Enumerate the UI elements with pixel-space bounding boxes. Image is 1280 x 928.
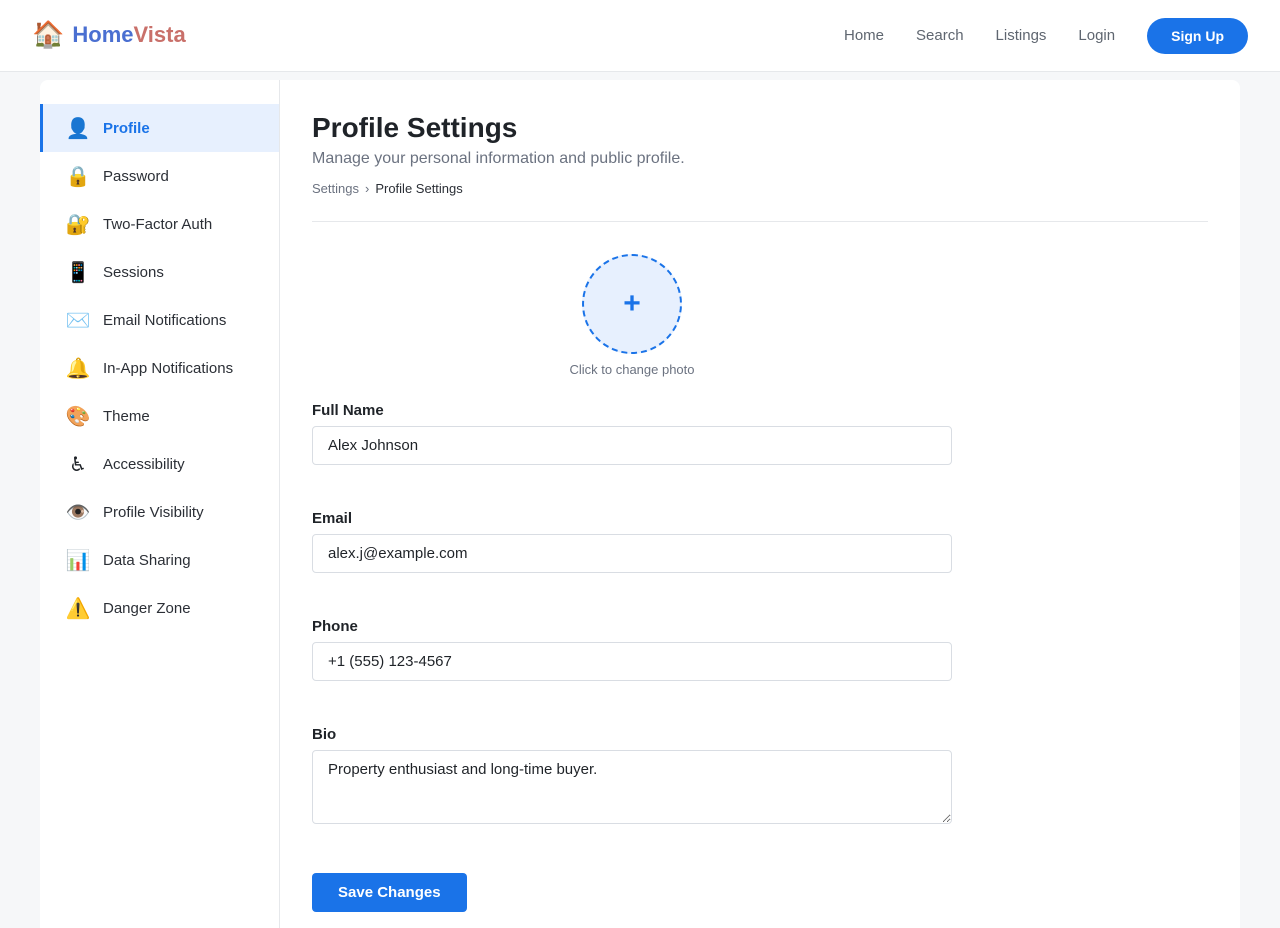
bio-label: Bio	[312, 726, 337, 743]
main-nav: Home Search Listings Login Sign Up	[844, 18, 1248, 54]
sidebar-item-sessions[interactable]: 📱 Sessions	[40, 248, 279, 296]
full-name-input[interactable]	[312, 426, 952, 465]
brand-name: HomeVista	[72, 20, 185, 50]
envelope-icon: ✉️	[65, 308, 91, 332]
house-icon: 🏠	[32, 20, 65, 50]
page-subtitle: Manage your personal information and pub…	[312, 150, 685, 167]
sidebar-item-label: In-App Notifications	[103, 359, 234, 377]
warning-icon: ⚠️	[65, 596, 91, 620]
bio-field-group: Bio Property enthusiast and long-time bu…	[312, 726, 952, 829]
avatar-upload-button[interactable]: +	[582, 254, 682, 354]
sidebar-item-label: Data Sharing	[103, 551, 191, 569]
lock-key-icon: 🔐	[65, 212, 91, 236]
sidebar-item-two-factor-auth[interactable]: 🔐 Two-Factor Auth	[40, 200, 279, 248]
nav-home-link[interactable]: Home	[844, 18, 884, 54]
avatar-caption: Click to change photo	[569, 362, 695, 377]
section-divider	[312, 221, 1208, 222]
palette-icon: 🎨	[65, 404, 91, 428]
full-name-label: Full Name	[312, 402, 384, 419]
plus-icon: +	[623, 287, 641, 320]
settings-card: 👤 Profile 🔒 Password 🔐 Two-Factor Auth 📱 Sessio…	[40, 80, 1240, 928]
sidebar-item-email-notifications[interactable]: ✉️ Email Notifications	[40, 296, 279, 344]
full-name-field-group: Full Name	[312, 402, 952, 465]
brand-name-home: Home	[72, 22, 134, 47]
phone-label: Phone	[312, 618, 358, 635]
main-content: Profile Settings Manage your personal in…	[312, 80, 1208, 912]
sidebar-item-label: Theme	[103, 407, 150, 425]
brand-logo[interactable]: 🏠 HomeVista	[32, 20, 186, 50]
sidebar-item-danger-zone[interactable]: ⚠️ Danger Zone	[40, 584, 279, 632]
sidebar-item-profile[interactable]: 👤 Profile	[40, 104, 279, 152]
save-changes-button[interactable]: Save Changes	[312, 873, 467, 912]
breadcrumb-current: Profile Settings	[375, 181, 463, 196]
sidebar-item-data-sharing[interactable]: 📊 Data Sharing	[40, 536, 279, 584]
phone-field-group: Phone	[312, 618, 952, 681]
avatar-section: + Click to change photo	[312, 254, 952, 378]
breadcrumb: Settings › Profile Settings	[312, 180, 1208, 198]
eye-icon: 👁️	[65, 500, 91, 524]
email-label: Email	[312, 510, 353, 527]
phone-input[interactable]	[312, 642, 952, 681]
sidebar-item-theme[interactable]: 🎨 Theme	[40, 392, 279, 440]
sidebar-item-accessibility[interactable]: ♿ Accessibility	[40, 440, 279, 488]
bell-icon: 🔔	[65, 356, 91, 380]
sidebar-item-profile-visibility[interactable]: 👁️ Profile Visibility	[40, 488, 279, 536]
nav-search-link[interactable]: Search	[916, 18, 964, 54]
user-icon: 👤	[65, 116, 91, 140]
sidebar-item-label: Email Notifications	[103, 311, 227, 329]
brand-name-vista: Vista	[133, 22, 186, 47]
lock-icon: 🔒	[65, 164, 91, 188]
sidebar-item-label: Profile Visibility	[103, 503, 204, 521]
nav-listings-link[interactable]: Listings	[996, 18, 1047, 54]
signup-button[interactable]: Sign Up	[1147, 18, 1248, 54]
breadcrumb-separator: ›	[364, 181, 370, 196]
bar-chart-icon: 📊	[65, 548, 91, 572]
phone-icon: 📱	[65, 260, 91, 284]
sidebar-item-label: Danger Zone	[103, 599, 191, 617]
sidebar-item-label: Profile	[103, 119, 150, 137]
bio-textarea[interactable]: Property enthusiast and long-time buyer.	[312, 750, 952, 824]
sidebar-item-label: Sessions	[103, 263, 164, 281]
email-input[interactable]	[312, 534, 952, 573]
sidebar-item-label: Password	[103, 167, 169, 185]
sidebar-item-password[interactable]: 🔒 Password	[40, 152, 279, 200]
settings-sidebar: 👤 Profile 🔒 Password 🔐 Two-Factor Auth 📱 Sessio…	[40, 80, 280, 928]
nav-login-link[interactable]: Login	[1078, 18, 1115, 54]
sidebar-item-label: Two-Factor Auth	[103, 215, 213, 233]
sidebar-item-label: Accessibility	[103, 455, 185, 473]
top-navbar: 🏠 HomeVista Home Search Listings Login S…	[0, 0, 1280, 72]
breadcrumb-settings-link[interactable]: Settings	[312, 181, 359, 196]
page-title: Profile Settings	[312, 112, 518, 143]
wheelchair-icon: ♿	[69, 452, 87, 476]
sidebar-item-in-app-notifications[interactable]: 🔔 In-App Notifications	[40, 344, 279, 392]
email-field-group: Email	[312, 510, 952, 573]
